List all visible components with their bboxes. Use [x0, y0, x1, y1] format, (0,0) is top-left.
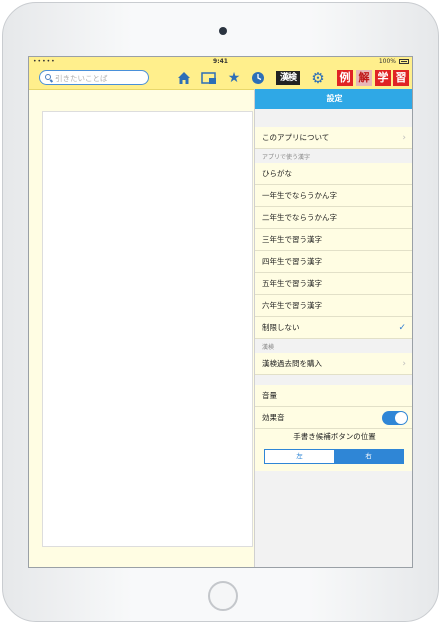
kanji-option-label: 三年生で習う漢字 [262, 235, 322, 244]
effects-toggle[interactable] [382, 411, 408, 425]
chevron-right-icon: › [402, 359, 406, 369]
position-left-button[interactable]: 左 [265, 450, 334, 463]
content-page [42, 111, 253, 547]
handwriting-position-title: 手書き候補ボタンの位置 [255, 429, 412, 445]
settings-panel: 設定 このアプリについて › アプリで使う漢字 ひらがな 一年生でならうかん字 … [254, 89, 412, 567]
kanken-section-label: 漢検 [262, 344, 275, 351]
kanji-option-label: 五年生で習う漢字 [262, 279, 322, 288]
kanji-option-row[interactable]: 二年生でならうかん字 [255, 207, 412, 229]
settings-gear-icon[interactable]: ⚙ [311, 70, 325, 86]
handwriting-position-control: 左 右 [255, 445, 412, 471]
about-app-row[interactable]: このアプリについて › [255, 127, 412, 149]
kanji-option-label: 四年生で習う漢字 [262, 257, 322, 266]
home-button[interactable] [208, 581, 238, 611]
kanji-option-row[interactable]: 五年生で習う漢字 [255, 273, 412, 295]
kanken-button[interactable]: 漢検 [276, 71, 300, 85]
status-bar: ••••• 9:41 100% [29, 57, 412, 67]
search-placeholder: 引きたいことば [55, 74, 108, 83]
camera [219, 27, 227, 35]
shuu-button[interactable]: 習 [393, 70, 409, 86]
position-right-button[interactable]: 右 [334, 450, 403, 463]
kanji-section-label: アプリで使う漢字 [262, 154, 311, 161]
kanken-purchase-label: 漢検過去問を購入 [262, 359, 322, 368]
search-icon [45, 74, 51, 80]
rei-button[interactable]: 例 [337, 70, 353, 86]
kanji-option-row[interactable]: 三年生で習う漢字 [255, 229, 412, 251]
kanji-option-label: 六年生で習う漢字 [262, 301, 322, 310]
kanji-option-label: 制限しない [262, 323, 300, 332]
checkmark-icon: ✓ [398, 323, 406, 333]
effects-label: 効果音 [262, 413, 285, 422]
volume-row[interactable]: 音量 [255, 385, 412, 407]
kanji-option-row[interactable]: 一年生でならうかん字 [255, 185, 412, 207]
history-clock-icon[interactable] [251, 70, 265, 86]
battery-percent: 100% [378, 58, 396, 65]
effects-row: 効果音 [255, 407, 412, 429]
kanji-option-label: 一年生でならうかん字 [262, 191, 337, 200]
flashcard-icon[interactable] [201, 70, 217, 86]
kanji-option-row[interactable]: 六年生で習う漢字 [255, 295, 412, 317]
kanji-option-row-selected[interactable]: 制限しない ✓ [255, 317, 412, 339]
about-app-label: このアプリについて [262, 133, 330, 142]
status-time: 9:41 [213, 58, 228, 65]
kanji-option-row[interactable]: 四年生で習う漢字 [255, 251, 412, 273]
favorite-star-icon[interactable]: ★ [227, 70, 241, 86]
toolbar: 引きたいことば ★ 漢検 ⚙ 例 解 学 習 [29, 67, 412, 90]
kanji-option-label: 二年生でならうかん字 [262, 213, 337, 222]
kanji-option-label: ひらがな [262, 169, 292, 178]
kanken-purchase-row[interactable]: 漢検過去問を購入 › [255, 353, 412, 375]
volume-label: 音量 [262, 391, 277, 400]
chevron-right-icon: › [402, 133, 406, 143]
screen: ••••• 9:41 100% 引きたいことば ★ 漢検 ⚙ 例 解 学 習 設… [28, 56, 413, 568]
search-input[interactable]: 引きたいことば [39, 70, 149, 85]
home-icon[interactable] [177, 70, 191, 86]
gaku-button[interactable]: 学 [375, 70, 391, 86]
kanji-option-row[interactable]: ひらがな [255, 163, 412, 185]
kai-button[interactable]: 解 [356, 70, 372, 86]
battery-icon [399, 59, 409, 64]
settings-title: 設定 [255, 89, 412, 109]
